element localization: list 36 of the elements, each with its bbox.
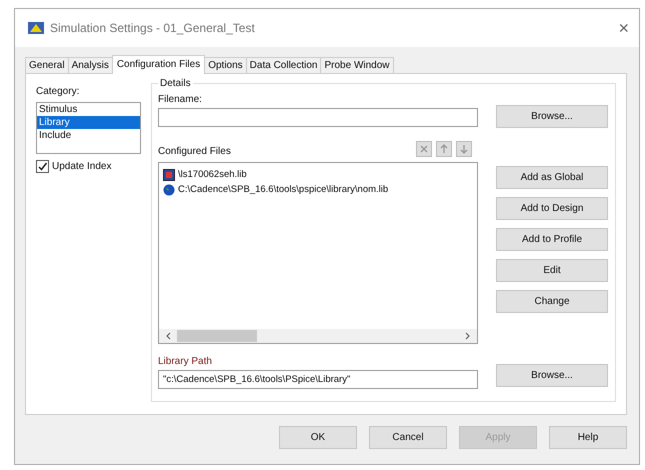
checkbox-label: Update Index — [52, 161, 112, 172]
action-button[interactable]: Add to Design — [496, 197, 608, 220]
tab[interactable]: General — [25, 57, 69, 73]
action-button[interactable]: Change — [496, 290, 608, 313]
category-label: Category: — [36, 86, 80, 97]
close-button[interactable]: × — [618, 18, 629, 38]
scroll-left-icon[interactable] — [165, 332, 173, 340]
tab[interactable]: Probe Window — [320, 57, 394, 73]
file-icon — [163, 168, 175, 180]
window-title: Simulation Settings - 01_General_Test — [50, 21, 256, 35]
scroll-right-icon[interactable] — [463, 332, 471, 340]
filename-field[interactable] — [158, 108, 478, 127]
tab[interactable]: Configuration Files — [112, 55, 206, 74]
group-legend: Details — [158, 78, 193, 89]
checkbox[interactable] — [36, 160, 49, 173]
library-path-field[interactable]: "c:\Cadence\SPB_16.6\tools\PSpice\Library" — [158, 370, 478, 389]
tab[interactable]: Analysis — [68, 57, 113, 73]
filename-label: Filename: — [158, 94, 203, 105]
file-entry[interactable]: C:\Cadence\SPB_16.6\tools\pspice\library\nom.lib — [178, 182, 388, 197]
action-button[interactable]: Edit — [496, 259, 608, 282]
action-button[interactable]: Add to Profile — [496, 228, 608, 251]
configured-files-label: Configured Files — [158, 146, 231, 157]
browse-button[interactable]: Browse... — [496, 364, 608, 387]
tab[interactable]: Options — [204, 57, 247, 73]
globe-icon — [163, 184, 175, 196]
category-item[interactable]: Include — [37, 129, 140, 142]
dialog-button[interactable]: Help — [549, 426, 627, 449]
action-button[interactable]: Add as Global — [496, 166, 608, 189]
file-entry[interactable]: \ls170062seh.lib — [178, 167, 247, 182]
dialog-button[interactable]: Cancel — [369, 426, 447, 449]
horizontal-scrollbar[interactable] — [159, 329, 477, 343]
category-item[interactable]: Stimulus — [37, 103, 140, 116]
browse-button[interactable]: Browse... — [496, 105, 608, 128]
dialog-button[interactable]: OK — [279, 426, 357, 449]
library-path-label: Library Path — [158, 356, 213, 367]
category-item[interactable]: Library — [37, 116, 140, 129]
